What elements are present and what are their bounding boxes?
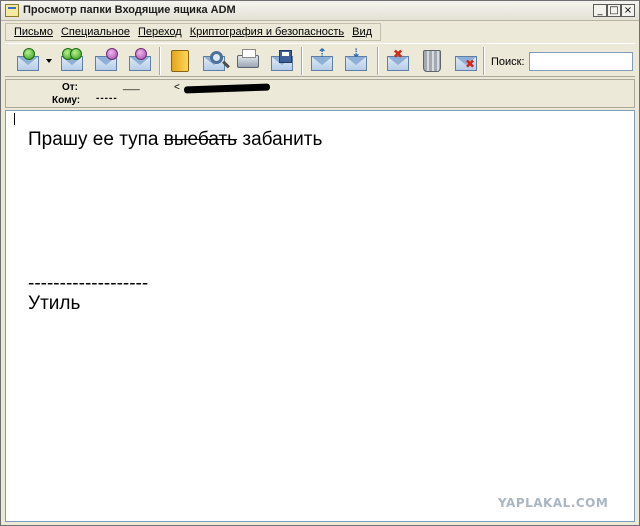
- watermark: YAPLAKAL.COM: [498, 496, 609, 510]
- menu-go[interactable]: Переход: [134, 24, 186, 40]
- toolbar-separator: [159, 47, 161, 75]
- mark-junk-button[interactable]: ✖: [385, 48, 411, 74]
- reply-all-button[interactable]: [59, 48, 85, 74]
- menu-view[interactable]: Вид: [348, 24, 376, 40]
- from-label: От:: [62, 82, 79, 93]
- mail-viewer-window: Просмотр папки Входящие ящика ADM _ □ × …: [0, 0, 640, 526]
- struck-word: выебать: [163, 129, 238, 150]
- to-value[interactable]: -----: [96, 93, 118, 104]
- mail-folder-icon: [5, 4, 19, 17]
- search-input[interactable]: [529, 52, 633, 71]
- message-body[interactable]: Прашу ее тупа выебать забанить ---------…: [5, 110, 635, 522]
- signature-separator: -------------------: [28, 273, 149, 294]
- toolbar: ⇡ ⇣ ✖ ✖ Поиск:: [5, 43, 635, 77]
- message-header: От: ___ < Кому: -----: [5, 79, 635, 108]
- junk-x-icon: ✖: [393, 47, 404, 61]
- close-button[interactable]: ×: [621, 4, 635, 17]
- from-name[interactable]: ___: [123, 80, 140, 91]
- message-text-prefix: Прашу ее тупа: [28, 129, 164, 150]
- menu-letter[interactable]: Письмо: [10, 24, 57, 40]
- reply-badge-icon: [106, 48, 118, 60]
- toolbar-separator: [483, 47, 485, 75]
- delete-button[interactable]: [419, 48, 445, 74]
- menu-bar: Письмо Специальное Переход Криптография …: [5, 23, 382, 41]
- down-arrow-badge-icon: [23, 48, 35, 60]
- move-down-button[interactable]: ⇣: [343, 46, 369, 74]
- minimize-button[interactable]: _: [593, 4, 607, 17]
- address-book-icon: [171, 50, 189, 72]
- move-up-button[interactable]: ⇡: [309, 46, 335, 74]
- down-arrow-icon: ⇣: [351, 46, 362, 60]
- address-book-button[interactable]: [167, 48, 193, 74]
- from-address[interactable]: <: [174, 82, 180, 93]
- toolbar-separator: [377, 47, 379, 75]
- menu-special[interactable]: Специальное: [57, 24, 134, 40]
- reply-button[interactable]: [93, 48, 119, 74]
- redaction-mark: [183, 83, 271, 94]
- get-mail-dropdown-icon[interactable]: [46, 59, 52, 63]
- forward-badge-icon: [135, 48, 147, 60]
- text-caret: [14, 113, 15, 125]
- forward-button[interactable]: [127, 48, 153, 74]
- message-line: Прашу ее тупа выебать забанить: [28, 129, 322, 151]
- up-arrow-icon: ⇡: [317, 46, 328, 60]
- window-title: Просмотр папки Входящие ящика ADM: [23, 4, 236, 16]
- menu-crypto-security[interactable]: Криптография и безопасность: [186, 24, 348, 40]
- find-button[interactable]: [201, 48, 227, 74]
- title-bar[interactable]: Просмотр папки Входящие ящика ADM _ □ ×: [1, 1, 639, 21]
- message-text-suffix: забанить: [237, 129, 323, 150]
- reply-all-badge2-icon: [70, 48, 82, 60]
- delete-x-icon: ✖: [465, 57, 476, 71]
- signature: Утиль: [28, 293, 81, 314]
- print-icon: [237, 49, 259, 68]
- floppy-disk-icon: [279, 50, 292, 63]
- get-mail-button[interactable]: [15, 48, 41, 74]
- delete-forever-button[interactable]: ✖: [453, 48, 479, 74]
- trash-icon: [423, 50, 441, 72]
- save-button[interactable]: [269, 48, 295, 74]
- to-label: Кому:: [52, 95, 81, 106]
- magnifier-icon: [210, 51, 223, 64]
- search-label: Поиск:: [491, 56, 525, 68]
- print-button[interactable]: [235, 48, 261, 74]
- toolbar-separator: [301, 47, 303, 75]
- maximize-button[interactable]: □: [607, 4, 621, 17]
